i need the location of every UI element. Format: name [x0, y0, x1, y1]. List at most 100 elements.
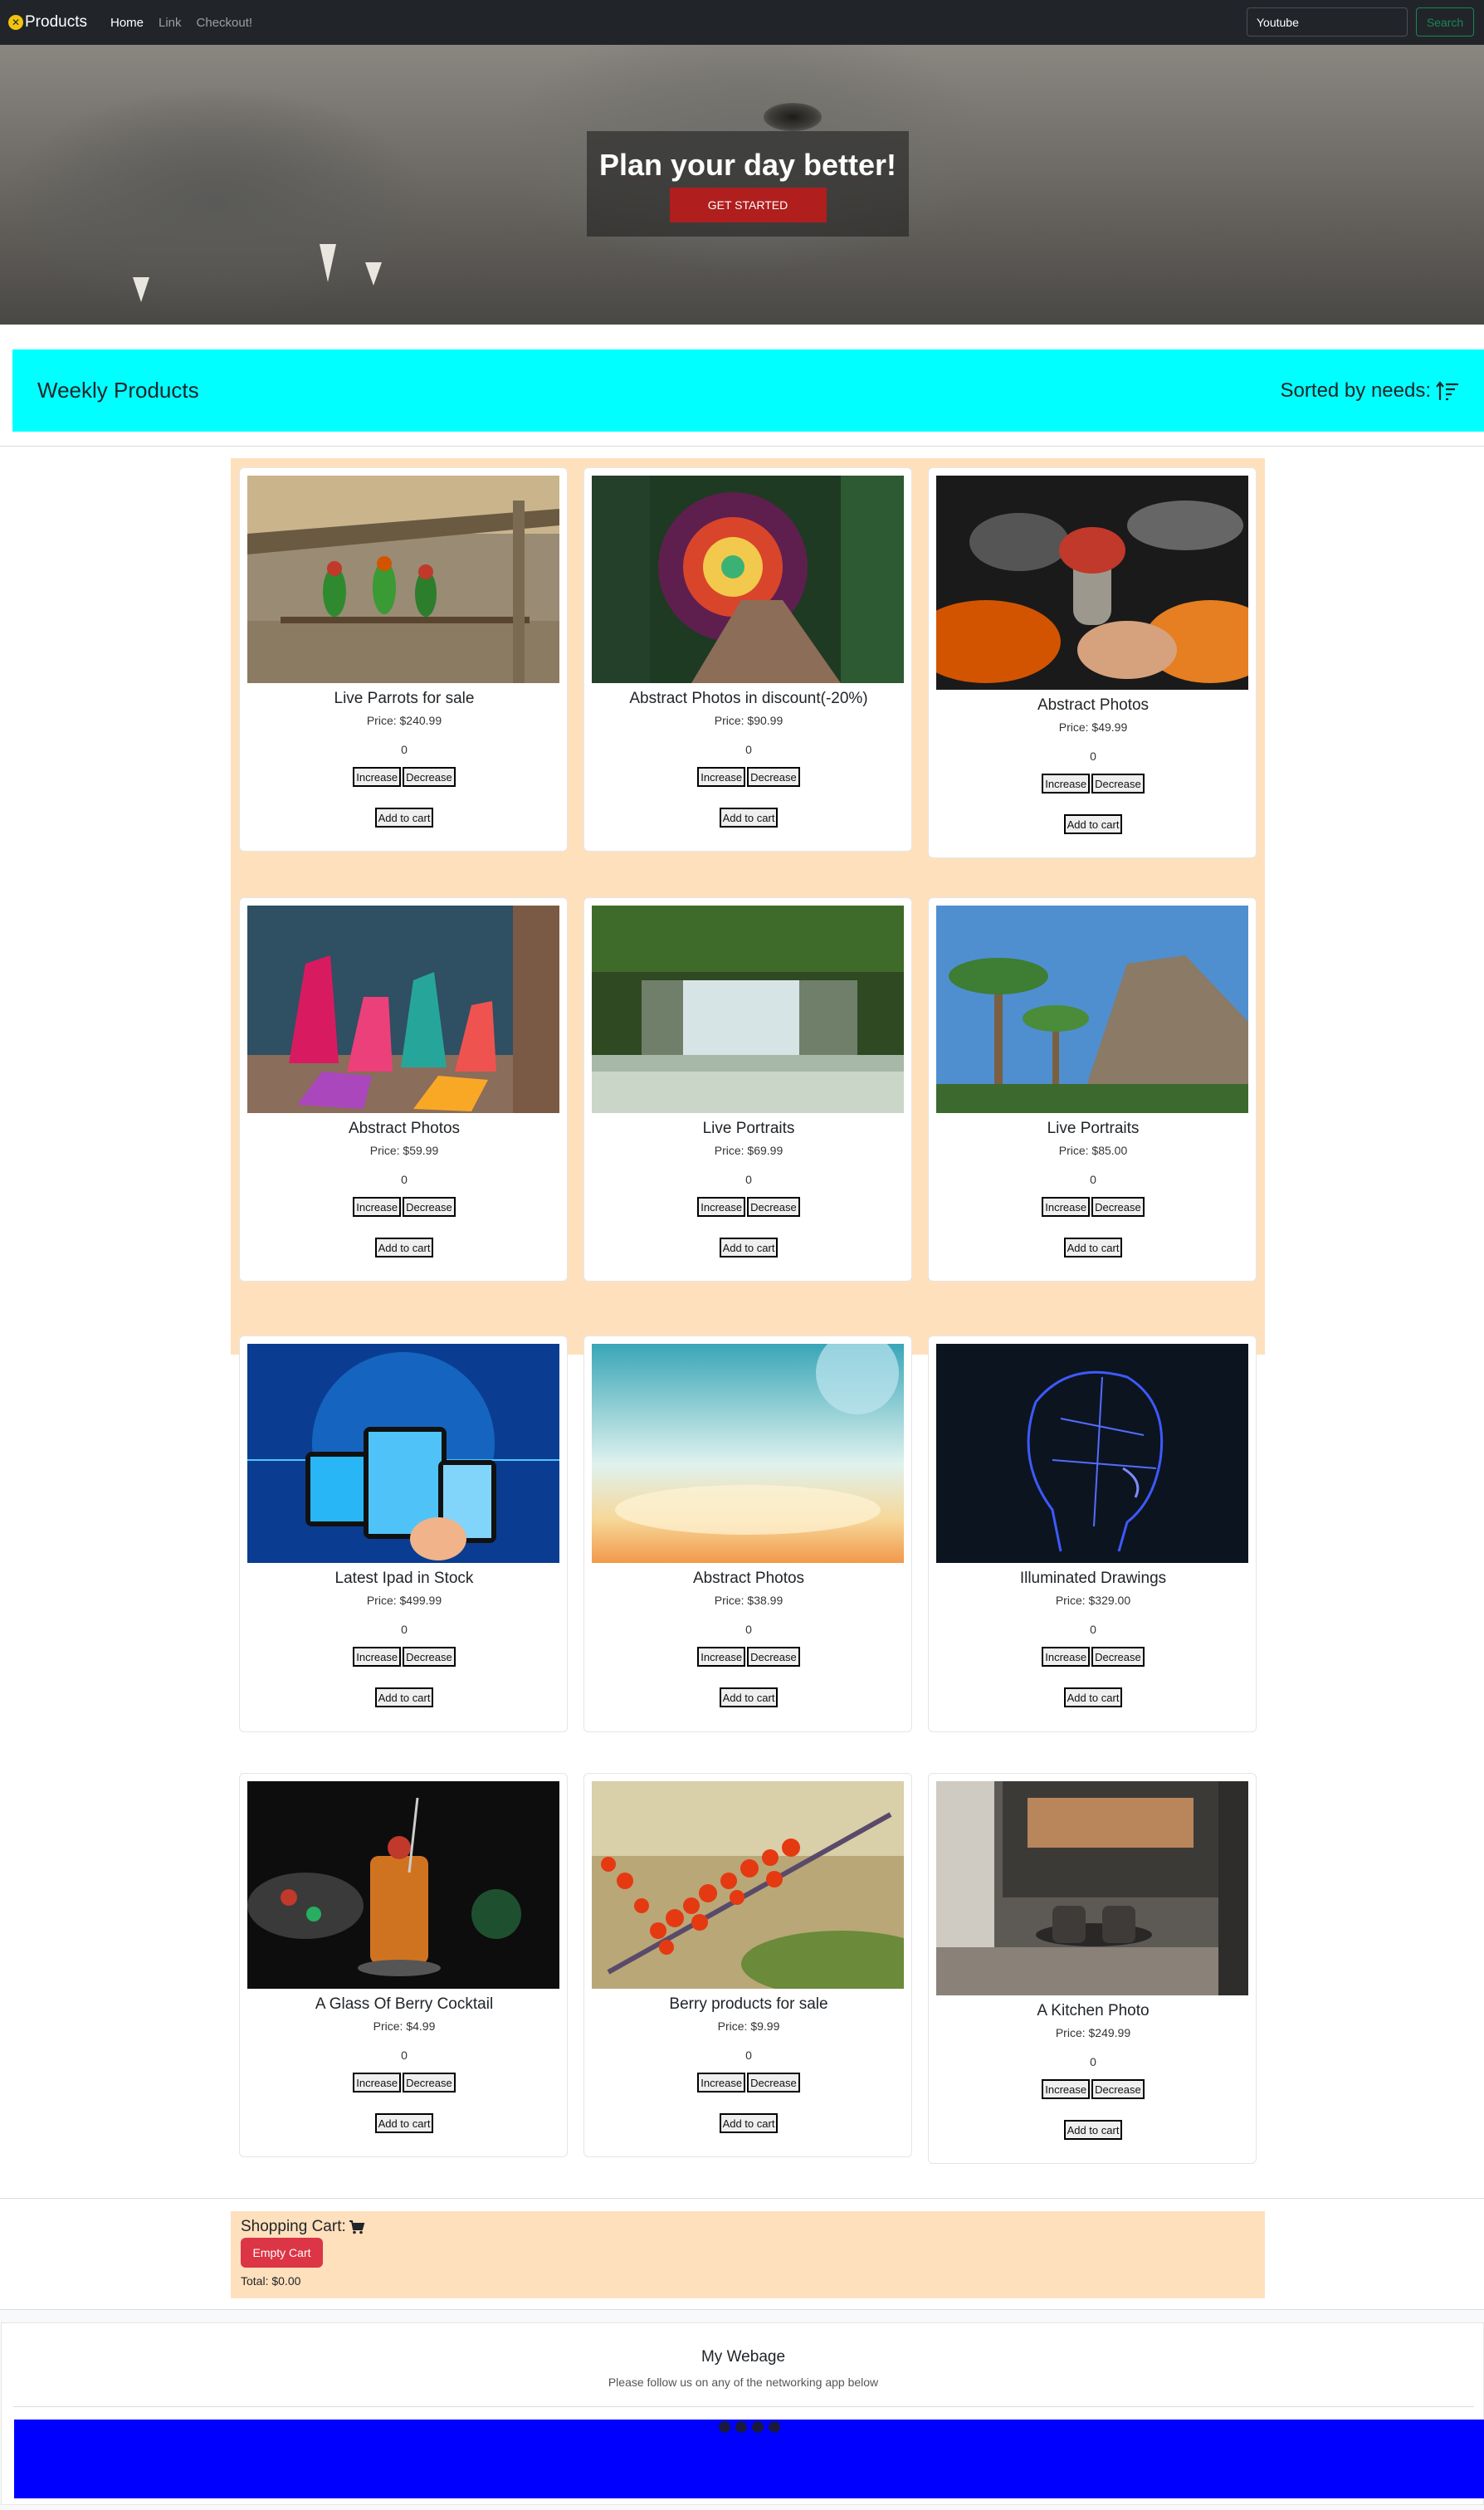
- search-input[interactable]: [1247, 7, 1408, 37]
- increase-button[interactable]: Increase: [353, 2073, 402, 2092]
- nav-link-link[interactable]: Link: [159, 16, 182, 30]
- add-to-cart-row: Add to cart: [240, 1238, 569, 1257]
- increase-button[interactable]: Increase: [1042, 1197, 1091, 1217]
- search-button[interactable]: Search: [1416, 7, 1474, 37]
- add-to-cart-button[interactable]: Add to cart: [1063, 1687, 1123, 1707]
- quantity-controls: Increase Decrease: [584, 767, 913, 787]
- cart-icon: [349, 2220, 365, 2234]
- add-to-cart-row: Add to cart: [929, 2120, 1257, 2140]
- add-to-cart-button[interactable]: Add to cart: [719, 1238, 779, 1257]
- sort-control[interactable]: Sorted by needs:: [1281, 379, 1459, 403]
- facebook-icon[interactable]: [719, 2421, 730, 2433]
- nav-link-checkout[interactable]: Checkout!: [197, 16, 253, 30]
- product-image: [592, 1344, 904, 1563]
- add-to-cart-row: Add to cart: [240, 808, 569, 828]
- product-image: [936, 1344, 1248, 1563]
- product-quantity: 0: [745, 1173, 752, 1186]
- product-quantity: 0: [1090, 750, 1096, 763]
- add-to-cart-button[interactable]: Add to cart: [1063, 814, 1123, 834]
- product-name: Live Portraits: [1047, 1120, 1140, 1137]
- increase-button[interactable]: Increase: [697, 1197, 746, 1217]
- increase-button[interactable]: Increase: [697, 1647, 746, 1667]
- product-name: Abstract Photos in discount(-20%): [629, 690, 868, 707]
- quantity-controls: Increase Decrease: [584, 1197, 913, 1217]
- instagram-icon[interactable]: [752, 2421, 764, 2433]
- divider: [0, 446, 1484, 447]
- product-price: Price: $240.99: [366, 714, 442, 727]
- decrease-button[interactable]: Decrease: [403, 1647, 456, 1667]
- product-image: [592, 476, 904, 683]
- increase-button[interactable]: Increase: [353, 1197, 402, 1217]
- product-image: [936, 1781, 1248, 1995]
- add-to-cart-button[interactable]: Add to cart: [719, 808, 779, 828]
- increase-button[interactable]: Increase: [1042, 2079, 1091, 2099]
- product-image: [936, 476, 1248, 690]
- add-to-cart-button[interactable]: Add to cart: [1063, 1238, 1123, 1257]
- decrease-button[interactable]: Decrease: [1091, 1197, 1145, 1217]
- decrease-button[interactable]: Decrease: [403, 767, 456, 787]
- product-name: Abstract Photos: [1037, 696, 1150, 714]
- product-image: [247, 1781, 559, 1989]
- sort-label: Sorted by needs:: [1280, 378, 1431, 402]
- add-to-cart-button[interactable]: Add to cart: [1063, 2120, 1123, 2140]
- product-card-body: Abstract Photos in discount(-20%) Price: …: [584, 686, 913, 828]
- sort-icon[interactable]: [1436, 380, 1459, 402]
- product-card-body: Abstract Photos Price: $38.99 0 Increase Dec…: [584, 1566, 913, 1707]
- empty-cart-button[interactable]: Empty Cart: [241, 2238, 323, 2268]
- product-image: [592, 906, 904, 1113]
- product-image: [247, 906, 559, 1113]
- product-image: [592, 1781, 904, 1989]
- decrease-button[interactable]: Decrease: [1091, 2079, 1145, 2099]
- quantity-controls: Increase Decrease: [240, 1647, 569, 1667]
- decrease-button[interactable]: Decrease: [747, 2073, 800, 2092]
- product-card: Abstract Photos Price: $59.99 0 Increase Dec…: [239, 897, 568, 1282]
- product-name: A Glass Of Berry Cocktail: [315, 1995, 494, 2013]
- get-started-button[interactable]: GET STARTED: [669, 188, 827, 222]
- weekly-products-bar: Weekly Products Sorted by needs:: [12, 349, 1484, 432]
- product-quantity: 0: [745, 2049, 752, 2062]
- nav-link-home[interactable]: Home: [110, 16, 144, 30]
- product-name: Latest Ipad in Stock: [334, 1570, 474, 1587]
- add-to-cart-button[interactable]: Add to cart: [719, 2113, 779, 2133]
- product-card: Abstract Photos in discount(-20%) Price: …: [583, 467, 912, 852]
- increase-button[interactable]: Increase: [1042, 774, 1091, 794]
- add-to-cart-button[interactable]: Add to cart: [374, 1238, 434, 1257]
- quantity-controls: Increase Decrease: [929, 2079, 1257, 2099]
- decrease-button[interactable]: Decrease: [747, 767, 800, 787]
- product-name: Abstract Photos: [692, 1570, 805, 1587]
- increase-button[interactable]: Increase: [697, 2073, 746, 2092]
- quantity-controls: Increase Decrease: [240, 1197, 569, 1217]
- decrease-button[interactable]: Decrease: [403, 2073, 456, 2092]
- linkedin-icon[interactable]: [769, 2421, 780, 2433]
- brand-link[interactable]: ✕ Products: [8, 13, 87, 32]
- add-to-cart-button[interactable]: Add to cart: [374, 2113, 434, 2133]
- decrease-button[interactable]: Decrease: [747, 1647, 800, 1667]
- decrease-button[interactable]: Decrease: [747, 1197, 800, 1217]
- product-card: Latest Ipad in Stock Price: $499.99 0 Incre…: [239, 1336, 568, 1732]
- hero-image-eye: [764, 103, 822, 131]
- increase-button[interactable]: Increase: [353, 1647, 402, 1667]
- add-to-cart-button[interactable]: Add to cart: [374, 808, 434, 828]
- increase-button[interactable]: Increase: [353, 767, 402, 787]
- product-name: Live Parrots for sale: [334, 690, 475, 707]
- product-price: Price: $49.99: [1058, 720, 1128, 734]
- hero-image-tooth: [320, 244, 336, 282]
- add-to-cart-row: Add to cart: [240, 1687, 569, 1707]
- product-price: Price: $90.99: [714, 714, 783, 727]
- decrease-button[interactable]: Decrease: [1091, 774, 1145, 794]
- decrease-button[interactable]: Decrease: [403, 1197, 456, 1217]
- product-image: [247, 1344, 559, 1563]
- add-to-cart-button[interactable]: Add to cart: [719, 1687, 779, 1707]
- increase-button[interactable]: Increase: [1042, 1647, 1091, 1667]
- decrease-button[interactable]: Decrease: [1091, 1647, 1145, 1667]
- add-to-cart-row: Add to cart: [584, 808, 913, 828]
- product-quantity: 0: [401, 1623, 408, 1636]
- hero-image-tooth: [365, 262, 382, 286]
- product-name: Illuminated Drawings: [1019, 1570, 1167, 1587]
- increase-button[interactable]: Increase: [697, 767, 746, 787]
- twitter-icon[interactable]: [735, 2421, 747, 2433]
- product-quantity: 0: [401, 743, 408, 756]
- shopping-cart: Shopping Cart: Empty Cart Total: $0.00: [231, 2211, 1265, 2298]
- product-price: Price: $499.99: [366, 1594, 442, 1607]
- add-to-cart-button[interactable]: Add to cart: [374, 1687, 434, 1707]
